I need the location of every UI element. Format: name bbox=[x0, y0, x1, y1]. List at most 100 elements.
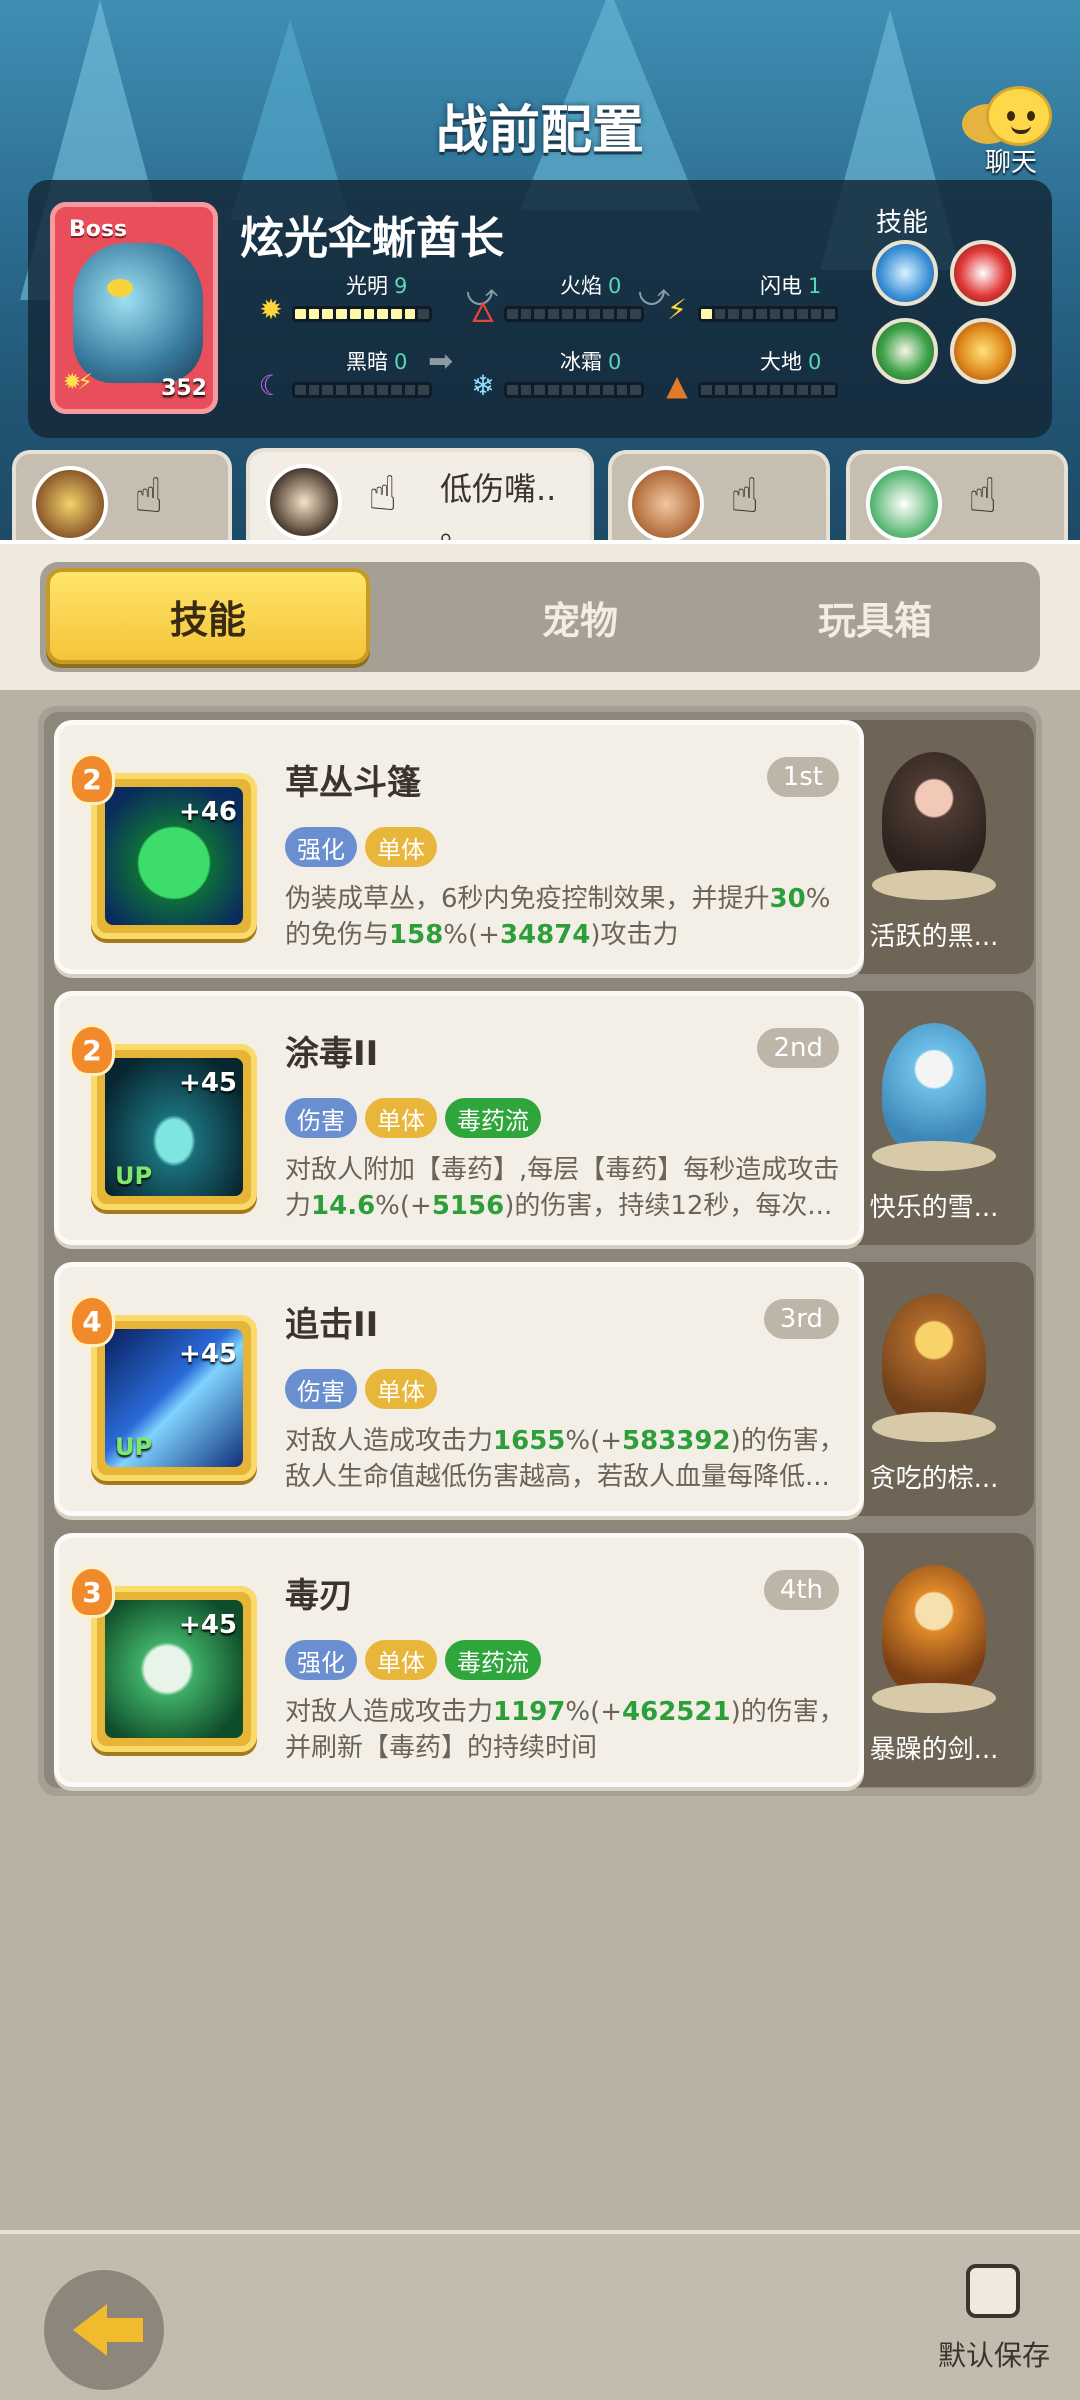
skill-bonus: +45 bbox=[179, 1610, 237, 1640]
element-bar-segment bbox=[520, 385, 532, 395]
tab-toybox[interactable]: 玩具箱 bbox=[710, 562, 1040, 672]
tab-pets[interactable]: 宠物 bbox=[415, 562, 745, 672]
skill-tag: 单体 bbox=[365, 827, 437, 867]
element-bar-segment bbox=[336, 309, 347, 319]
element-bar-segment bbox=[602, 385, 614, 395]
team-slot-2[interactable]: ☝ 低伤嘴.. 。 bbox=[246, 448, 594, 549]
chat-button[interactable]: 聊天 bbox=[956, 86, 1066, 181]
skill-tags: 伤害 单体 bbox=[285, 1369, 437, 1409]
boss-portrait bbox=[73, 243, 203, 383]
tap-hand-icon: ☝ bbox=[968, 468, 998, 524]
skill-card[interactable]: +46 2 草丛斗篷 1st 强化 单体 伪装成草丛，6秒内免疫控制效果，并提升… bbox=[54, 720, 864, 974]
assigned-pet-name: 贪吃的棕... bbox=[869, 1464, 999, 1494]
skill-card[interactable]: +45 UP 4 追击II 3rd 伤害 单体 对敌人造成攻击力1655%(+5… bbox=[54, 1262, 864, 1516]
tab-skills[interactable]: 技能 bbox=[46, 568, 370, 664]
pet-figure bbox=[882, 1023, 986, 1155]
element-bar-segment bbox=[534, 309, 546, 319]
element-bar bbox=[504, 306, 644, 322]
pet-pedestal bbox=[872, 870, 996, 900]
skill-rank-badge: 4th bbox=[763, 1570, 839, 1610]
boss-tag: Boss bbox=[69, 217, 128, 242]
assigned-pet-name: 暴躁的剑... bbox=[869, 1735, 999, 1765]
skill-tags: 强化 单体 bbox=[285, 827, 437, 867]
boss-name: 炫光伞蜥酋长 bbox=[240, 213, 504, 264]
boss-info-panel: Boss ✹⚡ 352 炫光伞蜥酋长 ✹ 光明 9 ⤻ 🜂 火焰 0 ⤻ ⚡ 闪电 1… bbox=[28, 180, 1052, 438]
element-bar-segment bbox=[824, 385, 836, 395]
boss-skill-bird-icon[interactable] bbox=[950, 240, 1016, 306]
skill-tags: 伤害 单体 毒药流 bbox=[285, 1098, 541, 1138]
element-bar-segment bbox=[796, 309, 808, 319]
element-bar-segment bbox=[520, 309, 532, 319]
default-save-checkbox[interactable] bbox=[966, 2264, 1020, 2318]
chat-label: 聊天 bbox=[984, 148, 1037, 178]
element-bar-segment bbox=[349, 309, 361, 319]
skill-row: 活跃的黑... +46 2 草丛斗篷 1st 强化 单体 伪装成草丛，6秒内免疫… bbox=[54, 720, 1034, 980]
element-dark: ☾ 黑暗 0 bbox=[254, 346, 444, 406]
assigned-pet-name: 快乐的雪... bbox=[869, 1193, 999, 1223]
chat-emoji-icon bbox=[986, 86, 1052, 146]
element-bar bbox=[292, 382, 432, 398]
element-bar-segment bbox=[783, 385, 794, 395]
element-bar-segment bbox=[322, 309, 334, 319]
element-bar-segment bbox=[824, 309, 836, 319]
skill-card[interactable]: +45 3 毒刃 4th 强化 单体 毒药流 对敌人造成攻击力1197%(+46… bbox=[54, 1533, 864, 1787]
skill-name: 追击II bbox=[285, 1305, 379, 1345]
element-name: 黑暗 bbox=[346, 350, 388, 374]
boss-skill-crown-icon[interactable] bbox=[950, 318, 1016, 384]
skill-icon-frame: +45 UP bbox=[91, 1044, 257, 1210]
skill-row: 暴躁的剑... +45 3 毒刃 4th 强化 单体 毒药流 对敌人造成攻击力1… bbox=[54, 1533, 1034, 1793]
element-bar-segment bbox=[295, 309, 306, 319]
assigned-pet-card[interactable]: 活跃的黑... bbox=[834, 720, 1034, 974]
element-bar bbox=[292, 306, 432, 322]
bottom-bar: 默认保存 bbox=[0, 2230, 1080, 2400]
assigned-pet-card[interactable]: 暴躁的剑... bbox=[834, 1533, 1034, 1787]
element-bar-segment bbox=[308, 385, 320, 395]
element-bar-segment bbox=[336, 385, 347, 395]
element-bar-segment bbox=[616, 309, 628, 319]
skill-description: 对敌人造成攻击力1197%(+462521)的伤害，并刷新【毒药】的持续时间 bbox=[285, 1697, 845, 1763]
element-bar-segment bbox=[418, 385, 430, 395]
team-slot-4[interactable]: ☝ bbox=[846, 450, 1068, 542]
element-name: 火焰 bbox=[560, 274, 602, 298]
element-bar-segment bbox=[507, 385, 518, 395]
element-bar-segment bbox=[616, 385, 628, 395]
element-bar-segment bbox=[377, 385, 388, 395]
skill-bonus: +46 bbox=[179, 797, 237, 827]
skill-rank-badge: 1st bbox=[766, 757, 839, 797]
skill-tag: 单体 bbox=[365, 1098, 437, 1138]
element-value: 0 bbox=[608, 350, 622, 374]
back-button[interactable] bbox=[44, 2270, 164, 2390]
element-bar-segment bbox=[322, 385, 334, 395]
boss-card[interactable]: Boss ✹⚡ 352 bbox=[50, 202, 218, 414]
skill-tag: 单体 bbox=[365, 1369, 437, 1409]
element-bar-segment bbox=[390, 385, 402, 395]
element-bar-segment bbox=[728, 385, 740, 395]
element-bar-segment bbox=[701, 309, 712, 319]
sun-icon: ✹ bbox=[259, 292, 283, 326]
team-slot-3[interactable]: ☝ bbox=[608, 450, 830, 542]
team-slot-1[interactable]: ☝ bbox=[12, 450, 232, 542]
skill-tag: 毒药流 bbox=[445, 1640, 541, 1680]
pet-avatar bbox=[32, 466, 108, 542]
skill-icon-frame: +45 UP bbox=[91, 1315, 257, 1481]
element-bar-segment bbox=[561, 309, 573, 319]
element-value: 0 bbox=[808, 350, 822, 374]
skill-tag: 毒药流 bbox=[445, 1098, 541, 1138]
element-bar-segment bbox=[701, 385, 712, 395]
moon-icon: ☾ bbox=[258, 368, 284, 402]
tap-hand-icon: ☝ bbox=[730, 468, 760, 524]
assigned-pet-card[interactable]: 贪吃的棕... bbox=[834, 1262, 1034, 1516]
element-frost: ❄ 冰霜 0 bbox=[466, 346, 656, 406]
element-bar-segment bbox=[810, 309, 822, 319]
element-name: 大地 bbox=[760, 350, 802, 374]
boss-skill-ice-icon[interactable] bbox=[872, 240, 938, 306]
skill-level-badge: 2 bbox=[69, 753, 115, 805]
boss-skill-leaf-icon[interactable] bbox=[872, 318, 938, 384]
element-bar-segment bbox=[714, 309, 726, 319]
assigned-pet-card[interactable]: 快乐的雪... bbox=[834, 991, 1034, 1245]
boss-skills-label: 技能 bbox=[876, 208, 929, 238]
skill-card[interactable]: +45 UP 2 涂毒II 2nd 伤害 单体 毒药流 对敌人附加【毒药】,每层… bbox=[54, 991, 864, 1245]
skill-rank-badge: 3rd bbox=[763, 1299, 839, 1339]
element-bar-segment bbox=[308, 309, 320, 319]
pet-figure bbox=[882, 752, 986, 884]
